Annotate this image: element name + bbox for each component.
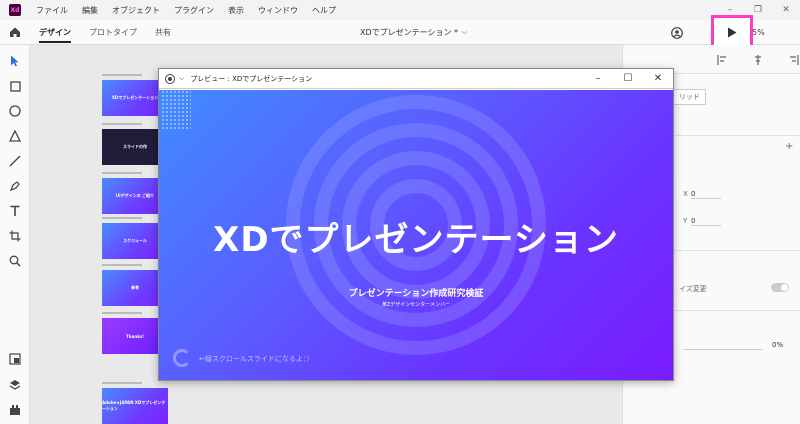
refresh-icon	[173, 349, 191, 367]
left-toolbar	[0, 45, 30, 424]
align-right-icon[interactable]	[789, 55, 799, 65]
responsive-resize-toggle[interactable]	[771, 283, 789, 292]
x-position-field[interactable]: 0	[691, 190, 721, 199]
preview-window-title: プレビュー : XDでプレゼンテーション	[190, 74, 313, 83]
preview-window-controls: – ☐ ✕	[583, 73, 673, 84]
artboard-label-bar	[102, 172, 142, 174]
window-controls: – ❐ ✕	[716, 5, 800, 15]
document-title[interactable]: XDでプレゼンテーション * ⌵	[360, 20, 467, 45]
play-icon	[728, 27, 737, 38]
align-left-icon[interactable]	[717, 55, 727, 65]
xd-app-window: Xd ファイル 編集 オブジェクト プラグイン 表示 ウィンドウ ヘルプ – ❐…	[0, 0, 800, 424]
pen-tool-icon[interactable]	[8, 179, 22, 193]
app-logo: Xd	[9, 4, 21, 16]
preview-window: ⌵ プレビュー : XDでプレゼンテーション – ☐ ✕ XDでプレゼンテーショ…	[158, 68, 674, 381]
user-icon[interactable]	[668, 24, 686, 42]
text-tool-icon[interactable]	[8, 204, 22, 218]
restore-icon[interactable]: ❐	[744, 5, 772, 15]
artboard-tool-icon[interactable]	[8, 229, 22, 243]
menu-view[interactable]: 表示	[221, 5, 251, 16]
maximize-icon[interactable]: ☐	[613, 73, 643, 84]
close-icon[interactable]: ✕	[643, 73, 673, 84]
opacity-slider[interactable]	[683, 349, 763, 350]
rectangle-tool-icon[interactable]	[8, 79, 22, 93]
assets-panel-icon[interactable]	[8, 352, 22, 366]
menu-window[interactable]: ウィンドウ	[251, 5, 305, 16]
close-icon[interactable]: ✕	[772, 5, 800, 15]
dot-pattern	[161, 90, 191, 130]
x-label: X	[683, 190, 688, 198]
top-toolbar: デザイン プロトタイプ 共有 XDでプレゼンテーション * ⌵ 5%	[0, 20, 800, 45]
polygon-tool-icon[interactable]	[8, 129, 22, 143]
add-icon[interactable]: +	[785, 141, 793, 152]
slide-hint: ←縦スクロールスライドになるよ：）	[199, 355, 314, 363]
select-tool-icon[interactable]	[8, 54, 22, 68]
home-icon[interactable]	[0, 20, 30, 45]
grid-button[interactable]: リッド	[673, 89, 706, 105]
ellipse-tool-icon[interactable]	[8, 104, 22, 118]
y-position-field[interactable]: 0	[691, 217, 721, 226]
menu-plugins[interactable]: プラグイン	[167, 5, 221, 16]
artboard-label-bar	[102, 123, 142, 125]
artboard-label-bar	[102, 312, 142, 314]
minimize-icon[interactable]: –	[583, 73, 613, 84]
document-title-text: XDでプレゼンテーション *	[360, 28, 459, 37]
zoom-level[interactable]: 5%	[752, 20, 765, 45]
zoom-tool-icon[interactable]	[8, 254, 22, 268]
menu-help[interactable]: ヘルプ	[305, 5, 343, 16]
artboard-thumb-7[interactable]: Adobe★JAPAN XDでプレゼンテーション	[102, 388, 168, 424]
responsive-resize-label: イズ変更	[679, 285, 707, 293]
slide-author: 某Zデザインセンターメンバー	[381, 302, 451, 308]
preview-slide[interactable]: XDでプレゼンテーション プレゼンテーション作成研究検証 某Zデザインセンターメ…	[159, 90, 673, 380]
slide-subtitle: プレゼンテーション作成研究検証	[348, 289, 484, 299]
line-tool-icon[interactable]	[8, 154, 22, 168]
align-center-icon[interactable]	[753, 55, 763, 65]
menu-bar: Xd ファイル 編集 オブジェクト プラグイン 表示 ウィンドウ ヘルプ – ❐…	[0, 0, 800, 20]
menu-edit[interactable]: 編集	[75, 5, 105, 16]
tab-prototype[interactable]: プロトタイプ	[80, 20, 146, 45]
slide-title: XDでプレゼンテーション	[213, 220, 619, 260]
artboard-label-bar	[102, 382, 142, 384]
artboard-label-bar	[102, 264, 142, 266]
y-label: Y	[683, 217, 688, 225]
align-icons-row	[717, 55, 799, 67]
minimize-icon[interactable]: –	[716, 5, 744, 15]
opacity-value[interactable]: 0%	[772, 341, 783, 349]
plugins-panel-icon[interactable]	[8, 403, 22, 417]
menu-object[interactable]: オブジェクト	[105, 5, 167, 16]
menu-file[interactable]: ファイル	[29, 5, 75, 16]
tab-share[interactable]: 共有	[146, 20, 180, 45]
artboard-label-bar	[102, 74, 142, 76]
preview-titlebar: ⌵ プレビュー : XDでプレゼンテーション – ☐ ✕	[159, 69, 673, 89]
toggle-knob	[781, 284, 788, 291]
artboard-label-bar	[102, 217, 142, 219]
tab-design[interactable]: デザイン	[30, 20, 80, 45]
layers-panel-icon[interactable]	[8, 378, 22, 392]
record-icon[interactable]	[165, 73, 175, 84]
chevron-down-icon: ⌵	[462, 28, 468, 36]
chevron-down-icon[interactable]: ⌵	[179, 74, 184, 83]
